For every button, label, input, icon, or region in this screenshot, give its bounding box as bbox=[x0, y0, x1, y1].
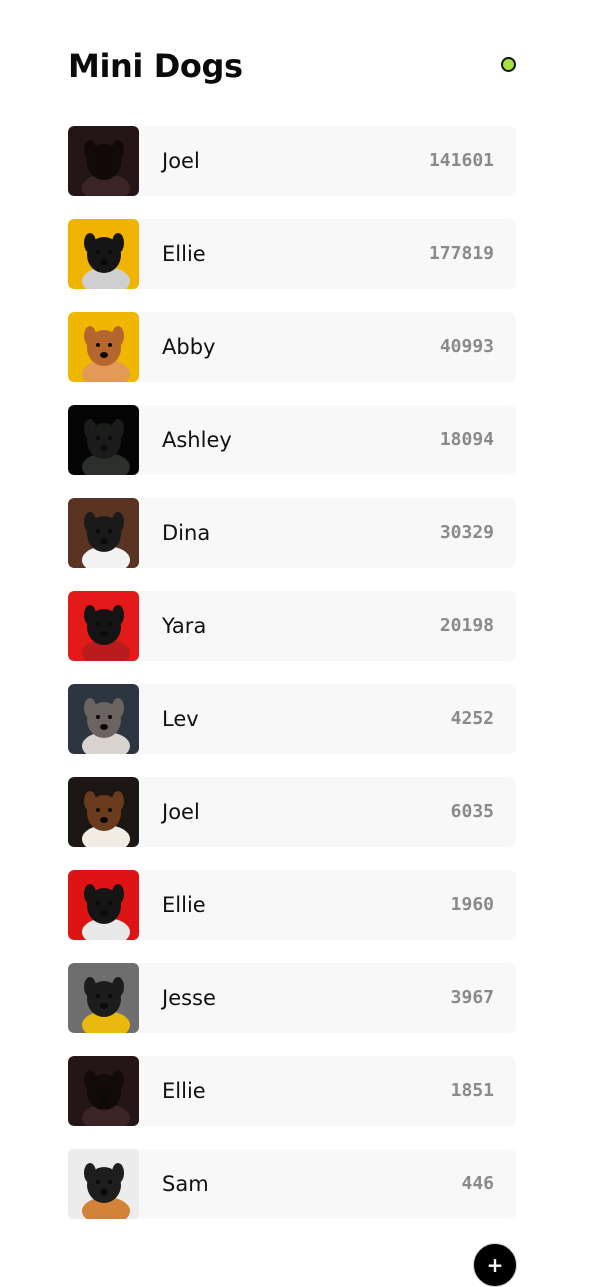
dog-photo bbox=[68, 591, 139, 661]
dog-count: 40993 bbox=[439, 336, 494, 357]
list-item[interactable]: Yara 20198 bbox=[68, 591, 516, 661]
status-indicator bbox=[501, 57, 516, 72]
dog-photo bbox=[68, 219, 139, 289]
dog-photo bbox=[68, 405, 139, 475]
dog-count: 18094 bbox=[439, 429, 494, 450]
dog-photo bbox=[68, 777, 139, 847]
dog-photo bbox=[68, 1149, 139, 1219]
app-header: Mini Dogs bbox=[68, 40, 516, 92]
dog-name: Dina bbox=[162, 521, 211, 545]
dog-name: Ellie bbox=[162, 893, 206, 917]
dog-count: 3967 bbox=[450, 987, 494, 1008]
dog-count: 446 bbox=[461, 1173, 494, 1194]
dog-list: Joel 141601 Ellie 177819 Abby 40993 Ashley 1809… bbox=[68, 126, 516, 1242]
list-item[interactable]: Joel 141601 bbox=[68, 126, 516, 196]
dog-count: 20198 bbox=[439, 615, 494, 636]
list-item[interactable]: Lev 4252 bbox=[68, 684, 516, 754]
dog-photo bbox=[68, 963, 139, 1033]
dog-photo bbox=[68, 126, 139, 196]
dog-count: 4252 bbox=[450, 708, 494, 729]
dog-count: 30329 bbox=[439, 522, 494, 543]
list-item[interactable]: Dina 30329 bbox=[68, 498, 516, 568]
dog-photo bbox=[68, 498, 139, 568]
list-item[interactable]: Ellie 1851 bbox=[68, 1056, 516, 1126]
list-item[interactable]: Sam 446 bbox=[68, 1149, 516, 1219]
list-item[interactable]: Ellie 1960 bbox=[68, 870, 516, 940]
dog-photo bbox=[68, 684, 139, 754]
dog-name: Yara bbox=[162, 614, 207, 638]
dog-name: Ashley bbox=[162, 428, 232, 452]
dog-name: Joel bbox=[162, 800, 200, 824]
dog-name: Lev bbox=[162, 707, 199, 731]
dog-name: Sam bbox=[162, 1172, 209, 1196]
add-button[interactable]: + bbox=[473, 1243, 517, 1287]
dog-name: Jesse bbox=[162, 986, 216, 1010]
dog-name: Abby bbox=[162, 335, 216, 359]
dog-count: 141601 bbox=[428, 150, 494, 171]
dog-count: 6035 bbox=[450, 801, 494, 822]
dog-count: 177819 bbox=[428, 243, 494, 264]
dog-count: 1851 bbox=[450, 1080, 494, 1101]
list-item[interactable]: Jesse 3967 bbox=[68, 963, 516, 1033]
list-item[interactable]: Ashley 18094 bbox=[68, 405, 516, 475]
dog-name: Joel bbox=[162, 149, 200, 173]
list-item[interactable]: Joel 6035 bbox=[68, 777, 516, 847]
list-item[interactable]: Abby 40993 bbox=[68, 312, 516, 382]
dog-photo bbox=[68, 1056, 139, 1126]
dog-photo bbox=[68, 870, 139, 940]
dog-name: Ellie bbox=[162, 1079, 206, 1103]
page-title: Mini Dogs bbox=[68, 47, 243, 85]
dog-photo bbox=[68, 312, 139, 382]
dog-name: Ellie bbox=[162, 242, 206, 266]
list-item[interactable]: Ellie 177819 bbox=[68, 219, 516, 289]
dog-count: 1960 bbox=[450, 894, 494, 915]
